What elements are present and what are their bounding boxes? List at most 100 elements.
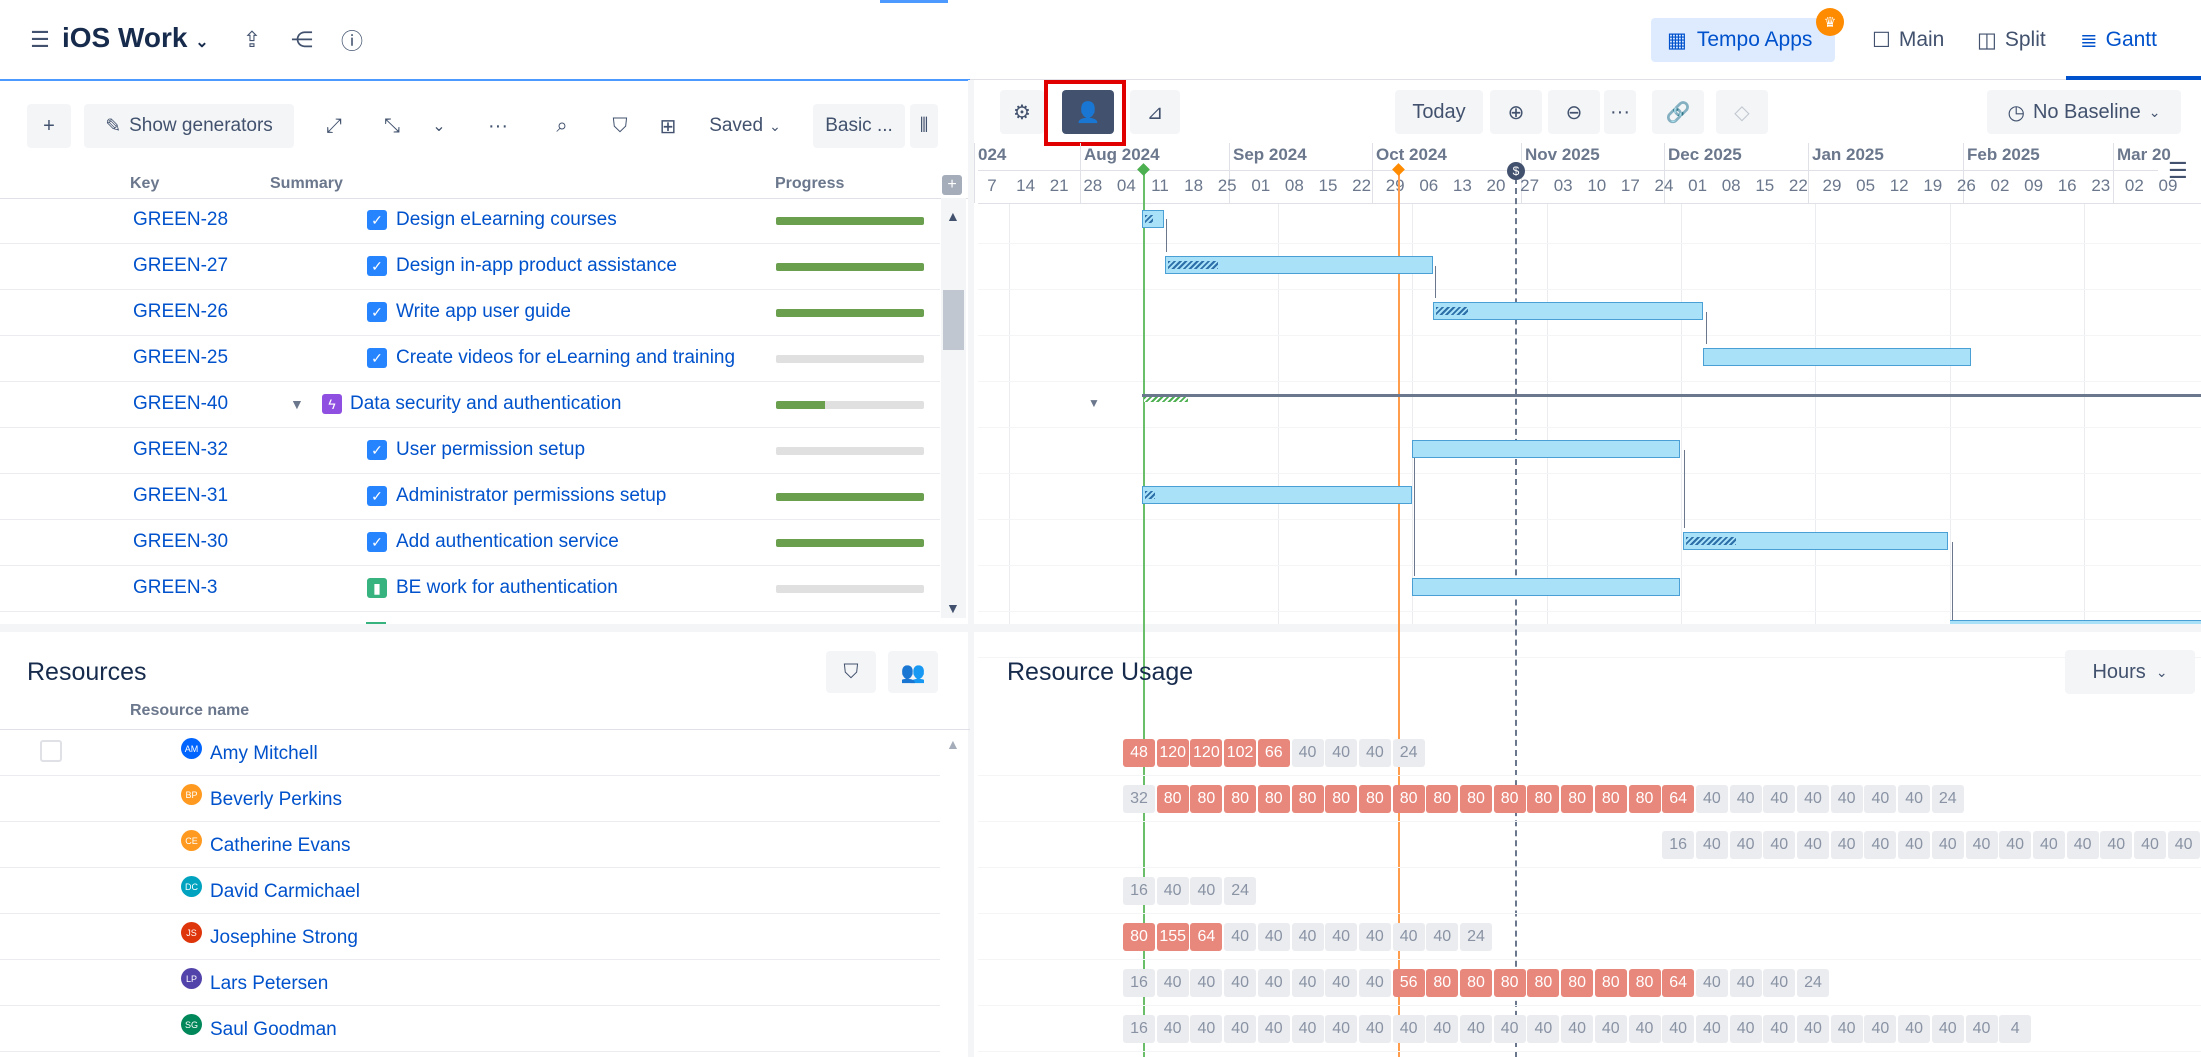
usage-cell[interactable]: 120 <box>1156 739 1189 767</box>
usage-cell[interactable]: 80 <box>1392 785 1425 813</box>
collapse-icon[interactable]: ⤡ <box>370 104 414 148</box>
project-title[interactable]: iOS Work ⌄ <box>62 22 209 54</box>
usage-cell[interactable]: 40 <box>2134 831 2166 859</box>
usage-cell[interactable]: 40 <box>1291 1015 1324 1043</box>
usage-cell[interactable]: 80 <box>1325 785 1358 813</box>
usage-cell[interactable]: 40 <box>1358 1015 1391 1043</box>
table-row[interactable]: GREEN-40 ▼ ϟ Data security and authenticati… <box>0 382 940 428</box>
scrollbar-track[interactable] <box>941 198 966 618</box>
zoom-in-icon[interactable]: ⊕ <box>1490 90 1542 134</box>
usage-cell[interactable]: 40 <box>1156 1015 1189 1043</box>
table-row[interactable]: GREEN-3 ▮ BE work for authentication <box>0 566 940 612</box>
resource-name[interactable]: Beverly Perkins <box>210 789 342 811</box>
usage-cell[interactable]: 40 <box>1729 1015 1762 1043</box>
usage-cell[interactable]: 64 <box>1662 785 1695 813</box>
task-bar[interactable] <box>1165 256 1433 274</box>
tab-split[interactable]: ◫ Split <box>1977 18 2046 62</box>
usage-cell[interactable]: 4 <box>1999 1015 2032 1043</box>
today-button[interactable]: Today <box>1395 90 1483 134</box>
issue-summary[interactable]: Add authentication service <box>396 531 619 553</box>
resource-name[interactable]: David Carmichael <box>210 881 360 903</box>
usage-cell[interactable]: 80 <box>1190 785 1223 813</box>
usage-cell[interactable]: 40 <box>1325 969 1358 997</box>
usage-cell[interactable]: 80 <box>1561 969 1594 997</box>
usage-cell[interactable]: 40 <box>1325 739 1358 767</box>
usage-cell[interactable]: 56 <box>1392 969 1425 997</box>
usage-cell[interactable]: 80 <box>1628 969 1661 997</box>
task-bar[interactable] <box>1412 578 1680 596</box>
usage-cell[interactable]: 40 <box>1392 1015 1425 1043</box>
issue-key[interactable]: GREEN-31 <box>133 485 228 507</box>
usage-cell[interactable]: 40 <box>1898 1015 1931 1043</box>
usage-cell[interactable]: 40 <box>2167 831 2200 859</box>
usage-cell[interactable]: 40 <box>1325 923 1358 951</box>
usage-cell[interactable]: 40 <box>1965 1015 1998 1043</box>
usage-cell[interactable]: 40 <box>1493 1015 1526 1043</box>
usage-cell[interactable]: 40 <box>1358 739 1391 767</box>
export-icon[interactable]: ⇪ <box>230 18 274 62</box>
critical-path-icon[interactable]: ⊿ <box>1130 90 1180 134</box>
vertical-panel-divider[interactable] <box>968 80 974 1057</box>
usage-cell[interactable]: 80 <box>1493 785 1526 813</box>
scroll-up-icon[interactable]: ▲ <box>946 736 960 752</box>
usage-cell[interactable]: 40 <box>1695 831 1728 859</box>
usage-cell[interactable]: 40 <box>1695 785 1728 813</box>
gantt-settings-icon[interactable]: ⚙ <box>1000 90 1044 134</box>
issue-key[interactable]: GREEN-30 <box>133 531 228 553</box>
usage-cell[interactable]: 80 <box>1594 969 1627 997</box>
resource-name[interactable]: Saul Goodman <box>210 1019 337 1041</box>
usage-cell[interactable]: 64 <box>1190 923 1223 951</box>
usage-cell[interactable]: 16 <box>1123 877 1155 905</box>
expand-caret-icon[interactable]: ▼ <box>290 396 304 412</box>
usage-cell[interactable]: 40 <box>1763 969 1796 997</box>
resource-row[interactable]: DC David Carmichael <box>0 868 940 914</box>
task-bar[interactable] <box>1142 210 1164 228</box>
scroll-up-icon[interactable]: ▲ <box>946 208 960 224</box>
usage-cell[interactable]: 16 <box>1123 969 1155 997</box>
issue-summary[interactable]: Write app user guide <box>396 301 571 323</box>
usage-cell[interactable]: 40 <box>1898 831 1931 859</box>
usage-cell[interactable]: 80 <box>1291 785 1324 813</box>
issue-key[interactable]: GREEN-25 <box>133 347 228 369</box>
table-row[interactable]: GREEN-25 ✓ Create videos for eLearning and… <box>0 336 940 382</box>
hierarchy-icon[interactable]: ⊞ <box>646 104 690 148</box>
resource-name[interactable]: Amy Mitchell <box>210 743 318 765</box>
usage-cell[interactable]: 40 <box>2100 831 2133 859</box>
usage-cell[interactable]: 40 <box>1830 1015 1863 1043</box>
usage-cell[interactable]: 40 <box>1325 1015 1358 1043</box>
tab-gantt[interactable]: ≣ Gantt <box>2080 18 2157 62</box>
resource-row[interactable]: LP Lars Petersen <box>0 960 940 1006</box>
usage-cell[interactable]: 40 <box>1190 877 1223 905</box>
resource-name[interactable]: Josephine Strong <box>210 927 358 949</box>
issue-key[interactable]: GREEN-32 <box>133 439 228 461</box>
usage-cell[interactable]: 80 <box>1123 923 1155 951</box>
usage-cell[interactable]: 40 <box>1797 1015 1829 1043</box>
horizontal-panel-divider[interactable] <box>0 624 2201 632</box>
progress-column-header[interactable]: Progress <box>775 175 844 193</box>
usage-cell[interactable]: 40 <box>1763 1015 1796 1043</box>
usage-cell[interactable]: 40 <box>1965 831 1998 859</box>
more-icon[interactable]: ··· <box>476 104 520 148</box>
usage-cell[interactable]: 40 <box>1561 1015 1594 1043</box>
issue-key[interactable]: GREEN-28 <box>133 209 228 231</box>
task-bar[interactable] <box>1433 302 1703 320</box>
usage-cell[interactable]: 40 <box>1830 831 1863 859</box>
usage-cell[interactable]: 40 <box>1628 1015 1661 1043</box>
usage-cell[interactable]: 80 <box>1527 969 1560 997</box>
usage-cell[interactable]: 40 <box>1931 831 1964 859</box>
usage-cell[interactable]: 16 <box>1123 1015 1155 1043</box>
resource-row[interactable]: SG Saul Goodman <box>0 1006 940 1052</box>
usage-cell[interactable]: 40 <box>1830 785 1863 813</box>
usage-cell[interactable]: 80 <box>1594 785 1627 813</box>
resource-row[interactable]: AM Amy Mitchell <box>0 730 940 776</box>
resource-people-button[interactable]: 👥 <box>888 651 938 693</box>
issue-key[interactable]: GREEN-26 <box>133 301 228 323</box>
epic-collapse-icon[interactable]: ▼ <box>1088 396 1100 410</box>
columns-icon[interactable]: ⦀ <box>910 104 938 148</box>
task-bar[interactable] <box>1412 440 1680 458</box>
usage-cell[interactable]: 40 <box>1291 923 1324 951</box>
table-row[interactable]: GREEN-26 ✓ Write app user guide <box>0 290 940 336</box>
table-row[interactable]: GREEN-28 ✓ Design eLearning courses <box>0 198 940 244</box>
summary-column-header[interactable]: Summary <box>270 175 343 193</box>
add-column-icon[interactable]: + <box>942 175 962 195</box>
